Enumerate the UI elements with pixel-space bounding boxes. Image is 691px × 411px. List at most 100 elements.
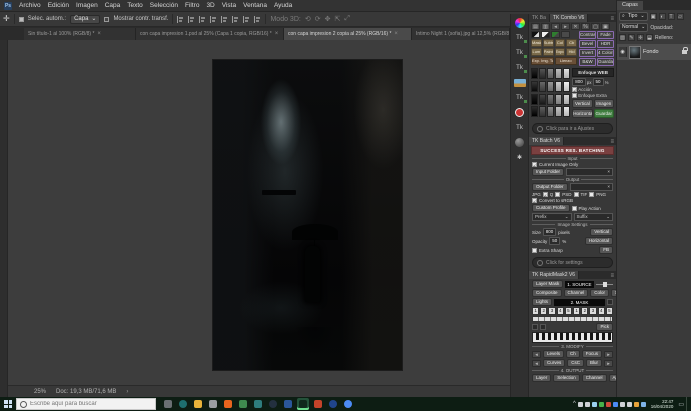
tray-usb-icon[interactable] bbox=[592, 402, 597, 407]
move-tool-icon[interactable]: ✛ bbox=[3, 15, 10, 23]
menu-ayuda[interactable]: Ayuda bbox=[274, 2, 292, 9]
source-button[interactable]: Color bbox=[590, 289, 609, 297]
tk-purple-button[interactable]: Guardar bbox=[597, 58, 614, 66]
blur-button[interactable]: Blur bbox=[586, 359, 602, 367]
filter-adjustment-icon[interactable]: ◐ bbox=[659, 13, 666, 20]
arrow-right-icon[interactable]: ▸ bbox=[561, 23, 570, 30]
filled-square-icon[interactable]: ▣ bbox=[601, 23, 610, 30]
accion-checkbox[interactable]: ✓ bbox=[572, 87, 577, 92]
png-checkbox[interactable] bbox=[589, 192, 594, 197]
tray-red-dot-icon[interactable] bbox=[606, 402, 611, 407]
blend-mode-dropdown[interactable]: Normal ⌄ bbox=[619, 23, 648, 32]
mask-thumbnail[interactable] bbox=[547, 81, 554, 92]
auto-select-dropdown[interactable]: Capa ⌄ bbox=[70, 15, 100, 24]
source-button[interactable]: Composite bbox=[532, 289, 562, 297]
menu-texto[interactable]: Texto bbox=[127, 2, 143, 9]
visibility-eye-icon[interactable]: ◉ bbox=[619, 47, 627, 57]
start-button[interactable] bbox=[0, 397, 16, 411]
tk-brown-button[interactable]: Lienzo bbox=[555, 57, 578, 65]
document-tab[interactable]: con capa impresion 1.psd al 25% (Capa 1 … bbox=[136, 28, 284, 40]
tk-tan-button[interactable]: Expo bbox=[555, 48, 566, 56]
show-transform-checkbox[interactable] bbox=[104, 17, 109, 22]
tk-panel-icon[interactable]: Tk bbox=[514, 92, 526, 103]
zoom-100-icon[interactable]: % bbox=[581, 23, 590, 30]
output-button[interactable]: Channel bbox=[582, 374, 607, 382]
mask-thumbnail[interactable] bbox=[539, 106, 546, 117]
3d-slide-icon[interactable]: ⇱ bbox=[334, 15, 340, 23]
extra-sharp-checkbox[interactable] bbox=[532, 248, 537, 253]
tk-purple-button[interactable]: Contrast bbox=[579, 31, 596, 39]
output-button[interactable]: Selection bbox=[553, 374, 580, 382]
batch-settings-bar[interactable]: Click for settings bbox=[532, 257, 613, 268]
output-folder-field[interactable]: × bbox=[570, 183, 613, 191]
search-input[interactable] bbox=[30, 401, 140, 407]
zone-number-button[interactable]: 4 bbox=[557, 307, 564, 315]
align-center-v-icon[interactable] bbox=[221, 16, 228, 23]
lock-position-icon[interactable]: ✛ bbox=[637, 34, 644, 41]
step-right-icon[interactable]: ▸ bbox=[604, 351, 613, 358]
source-slider[interactable] bbox=[596, 284, 613, 285]
3d-rotate-icon[interactable]: ⟲ bbox=[305, 15, 311, 23]
output-folder-button[interactable]: Output Folder bbox=[532, 183, 568, 191]
convert-srgb-checkbox[interactable]: ✓ bbox=[532, 198, 537, 203]
mask-thumbnail[interactable] bbox=[539, 94, 546, 105]
tk-tan-button[interactable]: Cb bbox=[566, 39, 577, 47]
tk-panel-icon[interactable]: Tk bbox=[514, 47, 526, 58]
taskbar-app-file-explorer[interactable] bbox=[192, 398, 204, 410]
landscape-panel-icon[interactable] bbox=[514, 77, 526, 88]
paint-black-icon[interactable] bbox=[531, 31, 540, 38]
mask-thumbnail[interactable] bbox=[531, 106, 538, 117]
3d-scale-icon[interactable]: ⤢ bbox=[344, 15, 350, 23]
focus-button[interactable]: Focus bbox=[582, 350, 602, 358]
output-button[interactable]: Layer bbox=[532, 374, 551, 382]
input-folder-field[interactable]: × bbox=[566, 168, 613, 176]
mask-thumbnail[interactable] bbox=[539, 68, 546, 79]
tk-purple-button[interactable]: 4 Colors bbox=[597, 49, 614, 57]
zoom-level[interactable]: 25% bbox=[34, 389, 46, 395]
zone-ticks-strip[interactable] bbox=[532, 316, 613, 322]
zone-number-button[interactable]: 1 bbox=[573, 307, 580, 315]
paint-green-icon[interactable] bbox=[551, 31, 560, 38]
mask-thumbnail[interactable] bbox=[563, 68, 570, 79]
menu-archivo[interactable]: Archivo bbox=[19, 2, 41, 9]
taskbar-app-ps-blue[interactable] bbox=[327, 398, 339, 410]
vertical-button[interactable]: Vertical bbox=[572, 99, 592, 108]
zone-number-button[interactable]: 2 bbox=[581, 307, 588, 315]
mask-preview-box[interactable] bbox=[532, 324, 538, 330]
tk-purple-button[interactable]: Invert bbox=[579, 49, 596, 57]
tray-pen-icon[interactable] bbox=[578, 402, 583, 407]
lock-pixels-icon[interactable]: ✎ bbox=[628, 34, 635, 41]
menu-capa[interactable]: Capa bbox=[105, 2, 121, 9]
taskbar-app-steam[interactable] bbox=[267, 398, 279, 410]
sphere-panel-icon[interactable] bbox=[514, 137, 526, 148]
lock-all-icon[interactable]: ⬓ bbox=[646, 34, 653, 41]
taskbar-clock[interactable]: 22:47 16/04/2020 bbox=[651, 399, 674, 409]
mask-thumbnail[interactable] bbox=[547, 68, 554, 79]
combo-settings-bar[interactable]: Click para ir a Ajustes bbox=[532, 123, 613, 134]
imagen-button[interactable]: Imagen bbox=[594, 99, 614, 108]
csc-button[interactable]: CsC bbox=[567, 359, 584, 367]
custom-profile-button[interactable]: Custom Profile bbox=[532, 204, 570, 212]
menu-3d[interactable]: 3D bbox=[206, 2, 214, 9]
tif-checkbox[interactable] bbox=[574, 192, 579, 197]
paint-gray-icon[interactable] bbox=[561, 31, 570, 38]
close-icon[interactable]: × bbox=[394, 31, 398, 37]
current-image-only-checkbox[interactable]: ✓ bbox=[532, 162, 537, 167]
zone-number-button[interactable]: 4 bbox=[598, 307, 605, 315]
prefix-field[interactable]: Prefix⌄ bbox=[532, 213, 572, 221]
size-value[interactable]: 800 bbox=[543, 228, 557, 236]
close-icon[interactable]: × bbox=[275, 31, 279, 37]
mask-option-box[interactable] bbox=[607, 299, 613, 305]
auto-select-checkbox[interactable] bbox=[19, 17, 24, 22]
mask-preview-box[interactable] bbox=[540, 324, 546, 330]
close-icon[interactable]: × bbox=[97, 31, 101, 37]
show-desktop-button[interactable] bbox=[686, 397, 689, 411]
taskbar-app-app-green[interactable] bbox=[237, 398, 249, 410]
taskbar-search[interactable] bbox=[16, 398, 156, 410]
tab-capas[interactable]: Capas bbox=[617, 1, 643, 10]
zone-number-button[interactable]: 3 bbox=[548, 307, 555, 315]
filter-pixel-icon[interactable]: ▣ bbox=[650, 13, 657, 20]
tk-purple-button[interactable]: B&W bbox=[579, 58, 596, 66]
psd-checkbox[interactable] bbox=[555, 192, 560, 197]
batch-horizontal-button[interactable]: Horizontal bbox=[585, 237, 613, 245]
